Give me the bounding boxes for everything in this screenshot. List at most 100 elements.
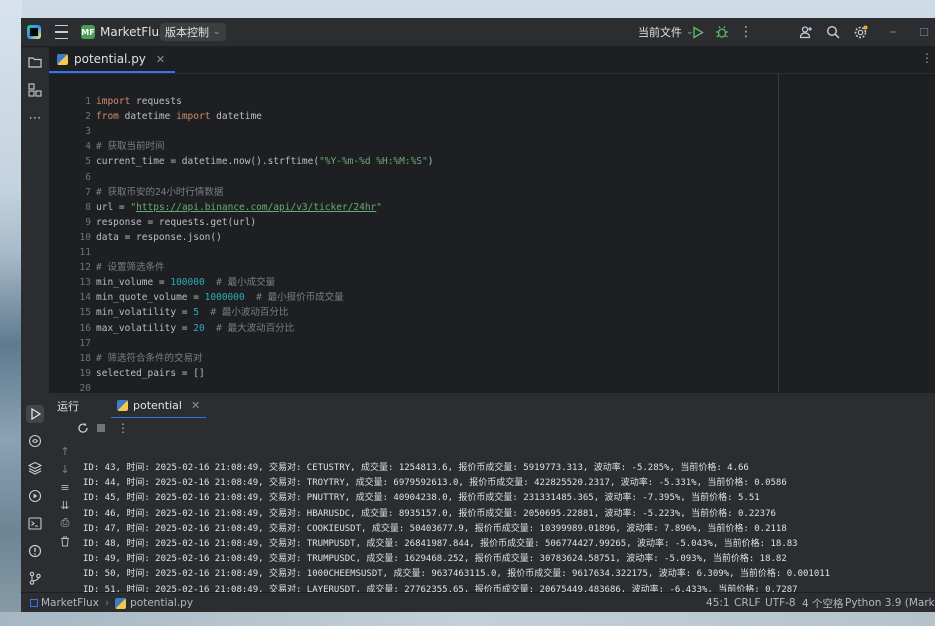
more-icon[interactable]: ⋯ [26,109,44,127]
layers-icon[interactable] [26,459,44,477]
editor-tab-label: potential.py [74,52,146,66]
run-icon[interactable] [689,18,707,46]
trash-icon[interactable] [57,534,73,548]
arrow-down-icon[interactable]: ↓ [57,462,73,476]
desktop-background-bottom [0,612,935,626]
run-tab-potential[interactable]: potential ✕ [111,393,207,419]
run-icon[interactable] [26,405,44,423]
ide-window: MF MarketFlux ⌄ 版本控制 ⌄ 当前文件 ⌄ ⋮ – ☐ [21,18,935,612]
python-file-icon [117,399,128,411]
hamburger-icon[interactable] [53,18,69,46]
code-line: min_volatility = 5 # 最小波动百分比 [96,305,288,320]
code-line: url = "https://api.binance.com/api/v3/ti… [96,200,382,215]
code-token: datetime [118,111,177,123]
code-token: from [96,111,119,123]
code-token: https://api.binance.com/api/v3/ticker/24… [136,201,377,213]
rerun-icon[interactable] [75,420,91,436]
line-number-gutter: 123456789101112131415161718192021 [49,73,91,409]
line-number: 9 [85,216,91,228]
console-line: ID: 45, 时间: 2025-02-16 21:08:49, 交易对: PN… [83,493,760,504]
editor-tab-bar: potential.py ✕ ⋮ [49,47,935,74]
code-token: # 获取币安的24小时行情数据 [96,186,224,198]
code-token: min_volume = [96,277,171,289]
breadcrumb: MarketFlux › potential.py [30,593,193,612]
code-token: import [96,96,131,107]
soft-wrap-icon[interactable]: ≡ [57,480,73,494]
code-token: # 最小成交量 [216,277,276,289]
add-user-icon[interactable] [797,18,815,46]
indent-setting[interactable]: 4 个空格 [802,593,844,612]
code-token: import [176,111,211,123]
breadcrumb-file[interactable]: potential.py [130,597,193,609]
print-icon[interactable]: ⎙ [57,516,73,530]
console-line: ID: 51, 时间: 2025-02-16 21:08:49, 交易对: LA… [83,584,798,592]
python-file-icon [115,597,127,609]
code-editor[interactable]: import requests from datetime import date… [96,73,756,403]
code-token: response = requests.get(url) [96,216,257,228]
vcs-menu[interactable]: 版本控制 ⌄ [160,23,226,41]
line-number: 7 [85,186,91,198]
code-token: # 最大波动百分比 [216,322,295,334]
scroll-to-end-icon[interactable]: ⇊ [57,498,73,512]
editor-tab-potential[interactable]: potential.py ✕ [49,47,176,73]
arrow-up-icon[interactable]: ↑ [57,444,73,458]
console-output[interactable]: ID: 43, 时间: 2025-02-16 21:08:49, 交易对: CE… [83,438,935,592]
settings-icon[interactable] [851,18,869,46]
line-number: 18 [79,352,91,364]
minimize-icon[interactable]: – [884,18,902,46]
problems-icon[interactable] [26,542,44,560]
line-number: 5 [85,156,91,168]
desktop-background [0,0,22,626]
more-vertical-icon[interactable]: ⋮ [921,51,933,65]
more-vertical-icon[interactable]: ⋮ [115,420,131,436]
run-config-selector[interactable]: 当前文件 ⌄ [638,18,694,46]
console-line: ID: 46, 时间: 2025-02-16 21:08:49, 交易对: HB… [83,508,776,519]
code-token: # 筛选符合条件的交易对 [96,352,203,364]
line-number: 1 [85,96,91,107]
code-line: # 获取币安的24小时行情数据 [96,185,223,200]
code-line: response = requests.get(url) [96,215,256,230]
code-line: max_volatility = 20 # 最大波动百分比 [96,321,294,336]
code-line: min_volume = 100000 # 最小成交量 [96,275,275,290]
console-toolbar: ↑ ↓ ≡ ⇊ ⎙ [49,438,83,592]
code-line: # 筛选符合条件的交易对 [96,351,202,366]
close-icon[interactable]: ✕ [156,53,165,66]
code-token: # 获取当前时间 [96,141,165,153]
chevron-right-icon: › [104,597,110,609]
python-interpreter[interactable]: Python 3.9 (MarketFlux [845,593,935,612]
services-icon[interactable] [26,487,44,505]
close-icon[interactable]: ✕ [191,399,200,412]
breadcrumb-project[interactable]: MarketFlux [41,597,99,609]
project-badge[interactable]: MF [81,25,95,39]
maximize-icon[interactable]: ☐ [915,18,933,46]
search-icon[interactable] [824,18,842,46]
code-token: min_quote_volume = [96,292,205,304]
chevron-down-icon: ⌄ [213,27,221,37]
line-separator[interactable]: CRLF [734,593,761,612]
run-panel-header: 运行 potential ✕ [49,392,935,419]
code-token: 100000 [170,277,205,289]
more-vertical-icon[interactable]: ⋮ [737,18,755,46]
terminal-icon[interactable] [26,514,44,532]
stop-icon[interactable] [93,420,109,436]
folder-icon[interactable] [26,53,44,71]
code-token: " [376,201,383,213]
code-token: 20 [193,322,205,334]
code-token: requests [130,96,182,107]
structure-icon[interactable] [26,81,44,99]
console-line: ID: 47, 时间: 2025-02-16 21:08:49, 交易对: CO… [83,523,787,534]
console-line: ID: 44, 时间: 2025-02-16 21:08:49, 交易对: TR… [83,478,787,489]
code-line: import requests [96,94,182,109]
file-encoding[interactable]: UTF-8 [765,593,796,612]
git-icon[interactable] [26,569,44,587]
vcs-label: 版本控制 [165,26,209,39]
python-console-icon[interactable] [26,432,44,450]
caret-position[interactable]: 45:1 [706,593,730,612]
console-line: ID: 49, 时间: 2025-02-16 21:08:49, 交易对: TR… [83,554,787,565]
line-number: 16 [79,322,91,334]
debug-icon[interactable] [713,18,731,46]
